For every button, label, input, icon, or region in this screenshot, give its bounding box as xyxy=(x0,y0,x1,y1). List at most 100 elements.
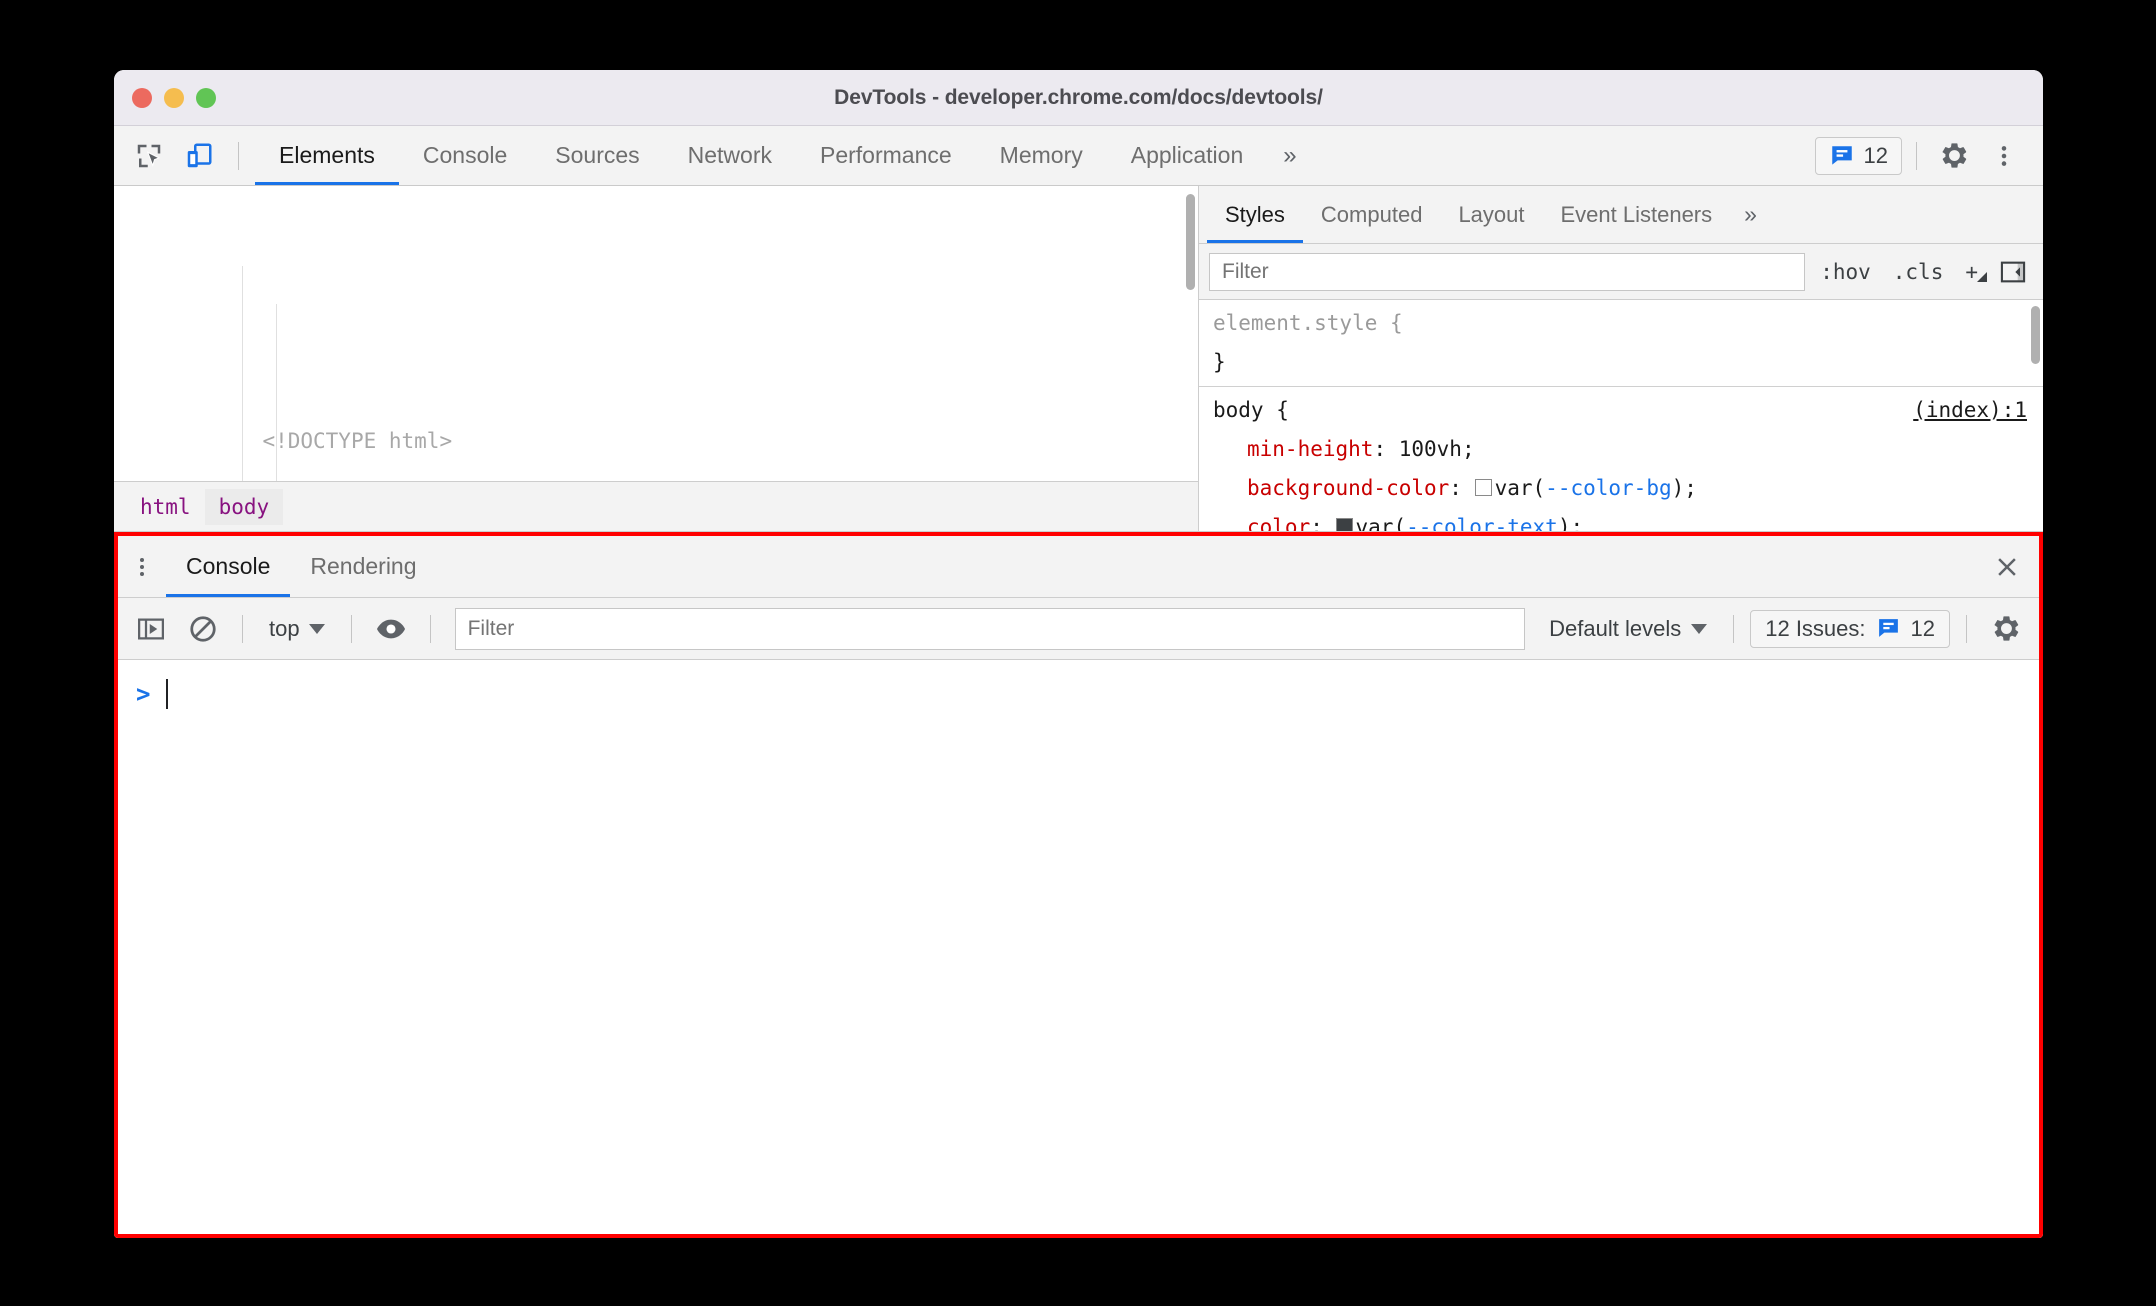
console-settings-gear-icon[interactable] xyxy=(1983,606,2029,652)
tab-application[interactable]: Application xyxy=(1107,126,1268,185)
window-title: DevTools - developer.chrome.com/docs/dev… xyxy=(834,85,1323,109)
declaration-color[interactable]: color: var(--color-text); xyxy=(1213,508,2029,531)
property-name: min-height xyxy=(1247,437,1374,461)
styles-scrollbar[interactable] xyxy=(2031,306,2040,364)
property-value: 100vh xyxy=(1398,437,1462,461)
close-window-button[interactable] xyxy=(132,87,152,108)
property-name: color xyxy=(1247,515,1311,531)
tab-memory[interactable]: Memory xyxy=(976,126,1107,185)
new-style-rule-button[interactable]: + xyxy=(1958,260,1987,284)
tab-network[interactable]: Network xyxy=(664,126,796,185)
tab-styles-label: Styles xyxy=(1225,201,1285,227)
tab-performance[interactable]: Performance xyxy=(796,126,976,185)
devtools-menu-icon[interactable] xyxy=(1981,133,2027,179)
color-swatch[interactable] xyxy=(1474,479,1492,496)
drawer-tab-rendering[interactable]: Rendering xyxy=(290,536,436,597)
dom-line-doctype[interactable]: <!DOCTYPE html> xyxy=(114,384,1198,453)
style-rule-element-style[interactable]: element.style { } xyxy=(1199,300,2043,386)
drawer-tab-console-label: Console xyxy=(186,553,271,579)
drawer-menu-icon[interactable] xyxy=(118,536,166,597)
console-text-caret xyxy=(166,679,169,709)
drawer-tab-console[interactable]: Console xyxy=(166,536,291,597)
console-filter-input[interactable]: Filter xyxy=(454,607,1526,650)
breadcrumb: html body xyxy=(114,481,1198,531)
console-issues-label: 12 Issues: xyxy=(1765,615,1866,641)
chevron-down-icon xyxy=(1691,623,1708,634)
value-prefix: var( xyxy=(1494,476,1546,500)
window-title-bar: DevTools - developer.chrome.com/docs/dev… xyxy=(114,70,2043,126)
color-swatch[interactable] xyxy=(1335,518,1353,531)
console-output-area[interactable]: > xyxy=(118,660,2039,1234)
chevron-down-icon xyxy=(308,623,325,634)
tab-performance-label: Performance xyxy=(820,142,952,168)
value-prefix: var( xyxy=(1355,515,1407,531)
tab-console[interactable]: Console xyxy=(399,126,531,185)
devtools-window: DevTools - developer.chrome.com/docs/dev… xyxy=(114,70,2043,1238)
toggle-element-classes-button[interactable]: .cls xyxy=(1886,260,1951,284)
console-context-label: top xyxy=(269,615,300,641)
dom-tree-scrollbar[interactable] xyxy=(1186,194,1195,290)
tab-elements[interactable]: Elements xyxy=(255,126,399,185)
toolbar-icon-group xyxy=(114,126,255,185)
styles-filter-input[interactable]: Filter xyxy=(1209,252,1806,291)
inspect-element-icon[interactable] xyxy=(128,135,170,177)
panel-tabs: Elements Console Sources Network Perform… xyxy=(255,126,1313,185)
maximize-window-button[interactable] xyxy=(196,87,216,108)
declaration-background-color[interactable]: background-color: var(--color-bg); xyxy=(1213,469,2029,508)
tab-styles[interactable]: Styles xyxy=(1207,186,1303,243)
styles-sidebar: Styles Computed Layout Event Listeners »… xyxy=(1199,186,2043,531)
console-issues-button[interactable]: 12 Issues: 12 xyxy=(1750,609,1950,648)
tab-computed-label: Computed xyxy=(1320,201,1423,227)
console-sidebar-toggle-icon[interactable] xyxy=(128,606,174,652)
issues-counter-button[interactable]: 12 xyxy=(1814,136,1902,175)
console-drawer: Console Rendering top Filter Default lev… xyxy=(114,532,2043,1238)
console-toolbar-divider-3 xyxy=(429,614,431,643)
drawer-tab-bar: Console Rendering xyxy=(118,536,2039,598)
styles-rules-list[interactable]: element.style { } body { (index):1 min-h… xyxy=(1199,300,2043,531)
console-toolbar-divider-4 xyxy=(1733,614,1735,643)
console-filter-placeholder: Filter xyxy=(467,616,515,640)
tab-layout[interactable]: Layout xyxy=(1440,186,1542,243)
tab-computed[interactable]: Computed xyxy=(1303,186,1441,243)
tab-sources[interactable]: Sources xyxy=(531,126,663,185)
more-tabs-icon[interactable]: » xyxy=(1267,126,1312,185)
elements-panel: <!DOCTYPE html> <html lang="en" data-coo… xyxy=(114,186,2043,532)
dom-tree[interactable]: <!DOCTYPE html> <html lang="en" data-coo… xyxy=(114,186,1198,481)
styles-more-tabs-icon[interactable]: » xyxy=(1730,186,1771,243)
console-prompt-icon: > xyxy=(136,680,151,708)
minimize-window-button[interactable] xyxy=(164,87,184,108)
tab-event-listeners[interactable]: Event Listeners xyxy=(1543,186,1731,243)
declaration-min-height[interactable]: min-height: 100vh; xyxy=(1213,430,2029,469)
doctype-text: <!DOCTYPE html> xyxy=(262,429,453,453)
console-toolbar-divider-5 xyxy=(1966,614,1967,643)
breadcrumb-item-body[interactable]: body xyxy=(204,488,284,525)
console-log-levels-label: Default levels xyxy=(1549,615,1682,641)
style-source-link[interactable]: (index):1 xyxy=(1913,391,2027,430)
console-prompt-row[interactable]: > xyxy=(118,674,2039,714)
toggle-hover-state-button[interactable]: :hov xyxy=(1813,260,1878,284)
styles-filter-placeholder: Filter xyxy=(1222,259,1269,283)
toggle-styles-sidebar-icon[interactable] xyxy=(1993,252,2033,292)
issues-count: 12 xyxy=(1863,142,1888,168)
settings-gear-icon[interactable] xyxy=(1931,133,1977,179)
clear-console-icon[interactable] xyxy=(180,606,226,652)
issue-message-icon xyxy=(1878,619,1898,637)
breadcrumb-item-html[interactable]: html xyxy=(126,489,205,525)
console-toolbar: top Filter Default levels 12 Issues: 12 xyxy=(118,598,2039,660)
devtools-main-toolbar: Elements Console Sources Network Perform… xyxy=(114,126,2043,186)
drawer-tab-rendering-label: Rendering xyxy=(310,553,417,579)
live-expression-eye-icon[interactable] xyxy=(368,606,414,652)
css-variable-name[interactable]: --color-text xyxy=(1406,515,1558,531)
console-log-levels-selector[interactable]: Default levels xyxy=(1539,616,1717,642)
style-rule-body[interactable]: body { (index):1 min-height: 100vh; back… xyxy=(1199,386,2043,531)
dropdown-corner-icon xyxy=(1977,271,1987,282)
tab-sources-label: Sources xyxy=(555,142,640,168)
close-drawer-icon[interactable] xyxy=(1975,536,2039,597)
property-name: background-color xyxy=(1247,476,1450,500)
device-toolbar-icon[interactable] xyxy=(178,135,220,177)
console-issues-count: 12 xyxy=(1910,615,1935,641)
css-variable-name[interactable]: --color-bg xyxy=(1545,476,1671,500)
console-toolbar-divider xyxy=(242,614,243,643)
console-context-selector[interactable]: top xyxy=(259,616,335,642)
tab-layout-label: Layout xyxy=(1458,201,1525,227)
